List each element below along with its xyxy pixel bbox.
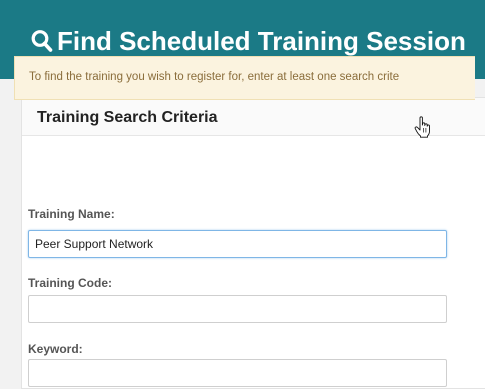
keyword-label: Keyword: [28, 342, 83, 356]
training-code-input[interactable] [28, 295, 447, 323]
training-code-label: Training Code: [28, 276, 112, 290]
info-alert: To find the training you wish to registe… [14, 56, 475, 100]
training-name-input[interactable] [28, 230, 447, 258]
page-title-row: Find Scheduled Training Session [31, 26, 466, 56]
panel-title: Training Search Criteria [37, 109, 218, 126]
hand-pointer-cursor-icon [414, 116, 430, 138]
keyword-input[interactable] [28, 359, 447, 387]
search-icon [31, 30, 53, 52]
info-alert-text: To find the training you wish to registe… [29, 71, 400, 83]
training-name-label: Training Name: [28, 207, 115, 221]
page-title: Find Scheduled Training Session [57, 26, 466, 56]
